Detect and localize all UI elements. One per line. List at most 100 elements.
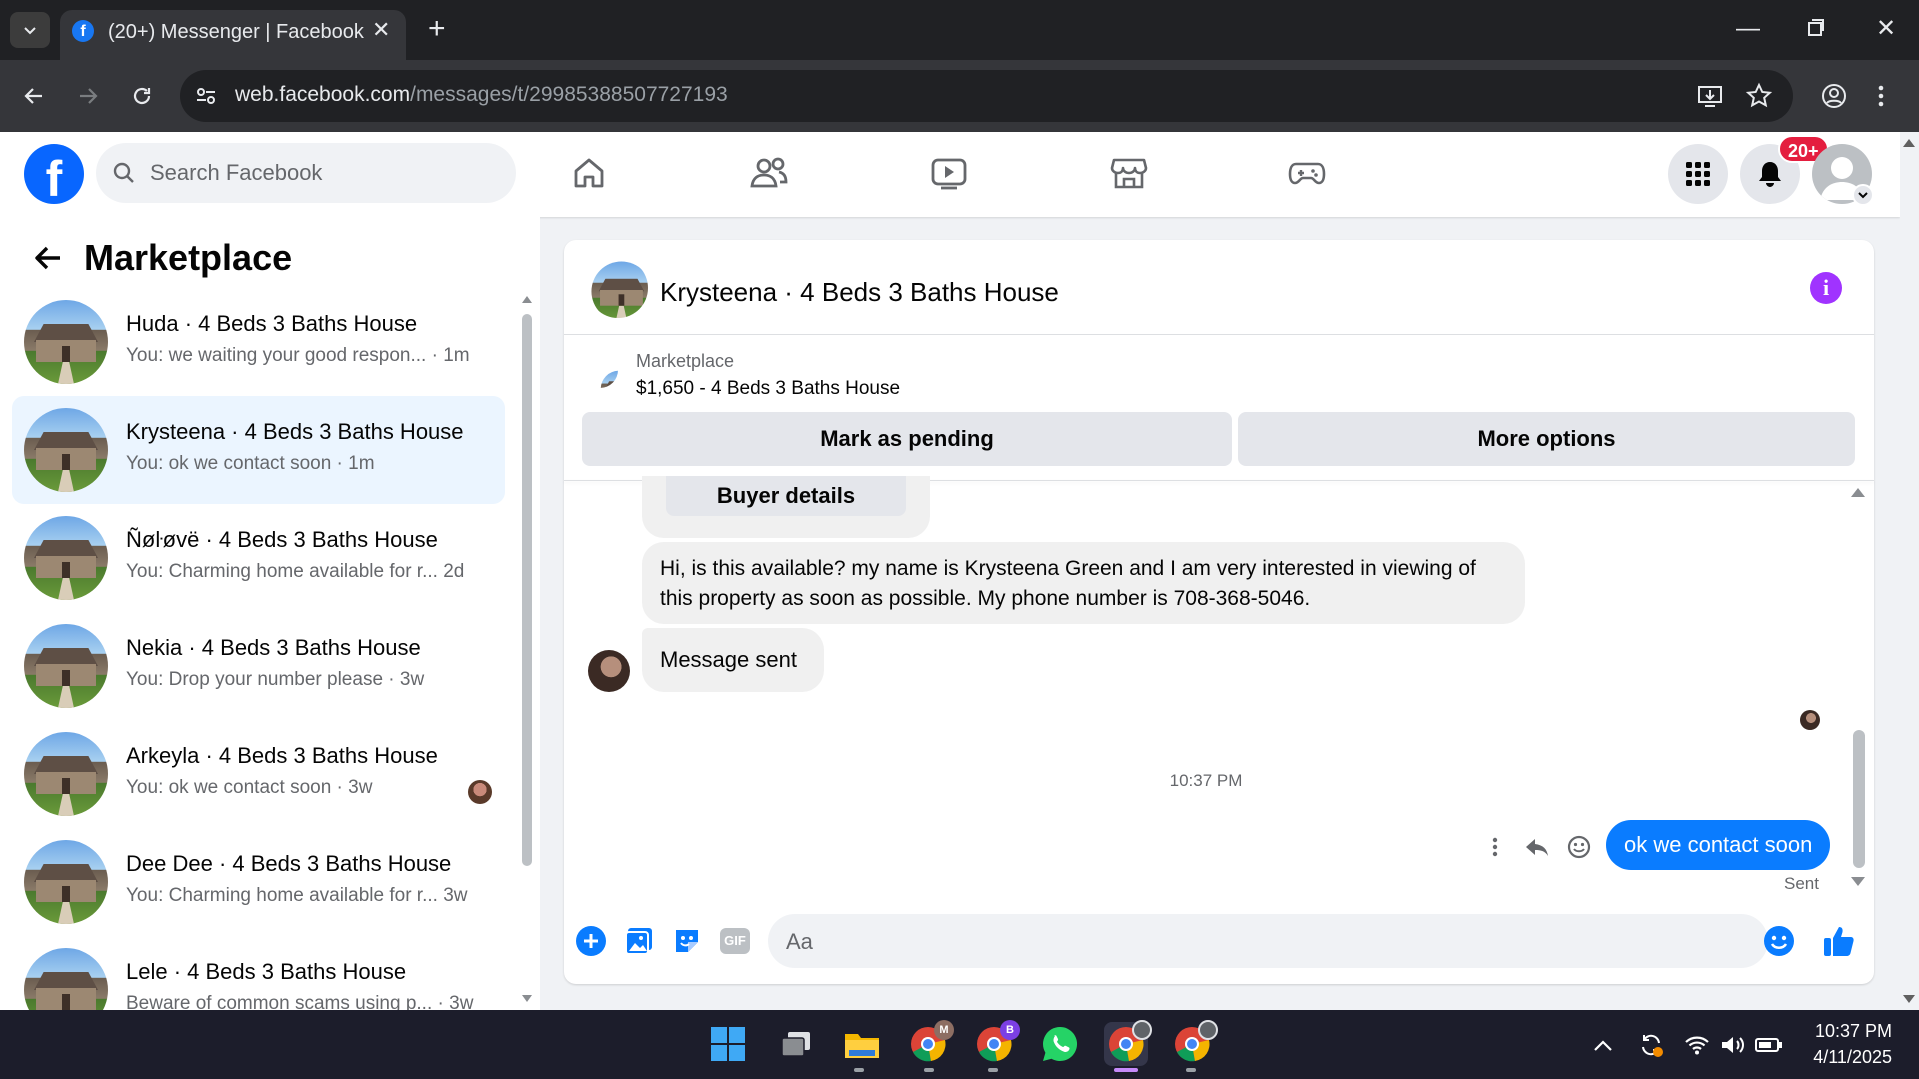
conversation-name: Lele · 4 Beds 3 Baths House	[126, 959, 407, 984]
tab-search-button[interactable]	[10, 12, 50, 48]
reload-icon[interactable]	[124, 78, 160, 114]
search-placeholder: Search Facebook	[150, 160, 323, 185]
minimize-icon[interactable]: —	[1728, 14, 1768, 44]
bookmark-star-icon[interactable]	[1745, 82, 1773, 110]
gif-label: GIF	[720, 928, 750, 954]
conversation-item[interactable]: Arkeyla · 4 Beds 3 Baths House You: ok w…	[12, 720, 505, 828]
thumbs-up-icon[interactable]	[1822, 924, 1856, 958]
conversation-item-active[interactable]: Krysteena · 4 Beds 3 Baths House You: ok…	[12, 396, 505, 504]
site-settings-icon[interactable]	[194, 84, 218, 108]
windows-taskbar	[0, 1010, 1919, 1079]
seen-avatar	[468, 780, 492, 804]
chat-scroll-down-icon[interactable]	[1850, 876, 1866, 888]
restore-icon[interactable]	[1796, 14, 1836, 44]
sticker-icon[interactable]	[670, 924, 704, 958]
url-host: web.facebook.com	[235, 83, 411, 106]
more-options-button[interactable]: More options	[1238, 412, 1855, 466]
conversation-item[interactable]: Dee Dee · 4 Beds 3 Baths House You: Char…	[12, 828, 505, 936]
message-status: Sent	[1784, 874, 1819, 893]
page-scroll-up-icon[interactable]	[1902, 138, 1916, 148]
friends-icon[interactable]	[744, 150, 794, 196]
profile-icon[interactable]	[1820, 82, 1848, 110]
scroll-down-arrow-icon[interactable]	[521, 994, 533, 1004]
profile-badge: B	[1000, 1020, 1020, 1040]
more-actions-icon[interactable]	[1480, 832, 1510, 862]
running-indicator	[854, 1068, 864, 1072]
add-attachment-icon[interactable]	[574, 924, 608, 958]
reply-icon[interactable]	[1522, 832, 1552, 862]
conversation-clip: Lele · 4 Beds 3 Baths House Beware of co…	[0, 936, 520, 1010]
listing-title[interactable]: $1,650 - 4 Beds 3 Baths House	[636, 377, 900, 401]
conversation-item[interactable]: Ñøŀøvë · 4 Beds 3 Baths House You: Charm…	[12, 504, 505, 612]
conversation-info-icon[interactable]: i	[1810, 272, 1842, 304]
conversation-preview: You: Drop your number please · 3w	[126, 669, 425, 690]
url-path: /messages/t/29985388507727193	[410, 83, 728, 106]
page-scrollbar[interactable]	[1900, 132, 1919, 1010]
listing-small-thumbnail[interactable]	[582, 352, 618, 388]
buyer-details-button[interactable]: Buyer details	[666, 476, 906, 516]
conversation-item[interactable]: Huda · 4 Beds 3 Baths House You: we wait…	[12, 288, 505, 396]
clock-date[interactable]: 4/11/2025	[1782, 1046, 1892, 1068]
url-text[interactable]: web.facebook.com/messages/t/299853885077…	[235, 82, 728, 108]
install-app-icon[interactable]	[1696, 82, 1724, 110]
scrollbar-thumb[interactable]	[522, 314, 532, 866]
conversation-preview: You: Charming home available for r... 2d	[126, 561, 465, 582]
back-icon[interactable]	[16, 78, 52, 114]
page-scroll-down-icon[interactable]	[1902, 994, 1916, 1004]
conversation-item[interactable]: Nekia · 4 Beds 3 Baths House You: Drop y…	[12, 612, 505, 720]
conversation-name: Nekia · 4 Beds 3 Baths House	[126, 635, 421, 660]
facebook-logo-icon[interactable]: f	[24, 144, 84, 204]
outgoing-message: ok we contact soon	[1606, 820, 1831, 870]
listing-thumbnail	[24, 840, 108, 924]
sender-avatar[interactable]	[588, 650, 630, 692]
react-emoji-icon[interactable]	[1564, 832, 1594, 862]
battery-icon[interactable]	[1754, 1030, 1784, 1060]
new-tab-icon[interactable]: +	[428, 14, 446, 44]
conversation-preview: Beware of common scams using p... · 3w	[126, 993, 474, 1010]
menu-grid-icon[interactable]	[1668, 144, 1728, 204]
conversation-name: Krysteena · 4 Beds 3 Baths House	[126, 419, 464, 444]
listing-thumbnail	[24, 408, 108, 492]
chat-title[interactable]: Krysteena · 4 Beds 3 Baths House	[660, 276, 1059, 308]
scroll-up-arrow-icon[interactable]	[521, 294, 533, 304]
gaming-icon[interactable]	[1282, 150, 1332, 196]
conversation-item[interactable]: Lele · 4 Beds 3 Baths House Beware of co…	[12, 936, 505, 1010]
listing-source-label: Marketplace	[636, 351, 735, 371]
forward-icon[interactable]	[70, 78, 106, 114]
volume-icon[interactable]	[1718, 1030, 1748, 1060]
gif-icon[interactable]: GIF	[718, 924, 752, 958]
whatsapp-icon[interactable]	[1038, 1022, 1082, 1066]
listing-thumbnail	[24, 624, 108, 708]
profile-avatar-badge	[1198, 1020, 1218, 1040]
task-view-icon[interactable]	[774, 1022, 818, 1066]
browser-menu-icon[interactable]	[1876, 82, 1886, 110]
mark-as-pending-button[interactable]: Mark as pending	[582, 412, 1232, 466]
conversation-name: Huda · 4 Beds 3 Baths House	[126, 311, 418, 336]
emoji-picker-icon[interactable]	[1762, 924, 1796, 958]
marketplace-icon[interactable]	[1104, 150, 1154, 196]
running-indicator	[924, 1068, 934, 1072]
sync-icon[interactable]	[1636, 1030, 1666, 1060]
windows-start-icon[interactable]	[706, 1022, 750, 1066]
wifi-icon[interactable]	[1682, 1030, 1712, 1060]
chat-scrollbar-thumb[interactable]	[1853, 730, 1865, 868]
photo-icon[interactable]	[622, 924, 656, 958]
message-input[interactable]	[768, 914, 1768, 968]
conversation-preview: You: Charming home available for r... 3w	[126, 885, 468, 906]
close-window-icon[interactable]: ✕	[1866, 14, 1906, 44]
read-receipt-avatar	[1800, 710, 1820, 730]
chat-scroll-up-icon[interactable]	[1850, 486, 1866, 498]
incoming-message: Message sent	[642, 628, 824, 692]
tab-close-icon[interactable]: ✕	[372, 18, 390, 42]
file-explorer-icon[interactable]	[840, 1022, 884, 1066]
show-hidden-icons-icon[interactable]	[1588, 1030, 1618, 1060]
back-arrow-icon[interactable]	[28, 238, 68, 278]
message-timestamp: 10:37 PM	[1169, 771, 1243, 790]
listing-thumbnail	[24, 732, 108, 816]
clock-time[interactable]: 10:37 PM	[1782, 1020, 1892, 1042]
video-icon[interactable]	[924, 150, 974, 196]
account-chevron-icon[interactable]	[1852, 184, 1874, 206]
home-icon[interactable]	[564, 150, 614, 196]
profile-avatar-badge	[1132, 1020, 1152, 1040]
listing-thumbnail	[24, 300, 108, 384]
